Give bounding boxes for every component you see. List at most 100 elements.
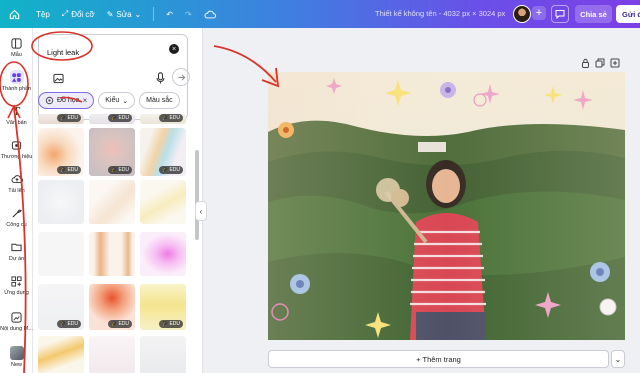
graduation-cap-icon: 🎓 <box>111 115 118 121</box>
result-tile[interactable]: 🎓 EDU <box>38 284 84 330</box>
result-tile[interactable] <box>38 180 84 224</box>
search-input[interactable]: Light leak <box>47 48 79 57</box>
copy-icon <box>595 58 605 68</box>
filter-chips: Đồ họa × Kiểu ⌄ Màu sắc <box>38 92 180 110</box>
result-tile[interactable] <box>89 336 135 373</box>
edu-badge: 🎓 EDU <box>57 114 81 122</box>
home-icon[interactable] <box>6 6 22 22</box>
rail-item-magic-media[interactable]: Nội dung M... <box>0 310 33 332</box>
send-button[interactable]: Gửi đ <box>616 5 640 23</box>
undo-button[interactable]: ↶ <box>160 4 179 24</box>
image-icon <box>52 73 64 83</box>
result-tile[interactable] <box>38 336 84 373</box>
left-rail: Mẫu Thành phần T Văn bản Thương hiệu Tải… <box>0 28 33 373</box>
edu-badge-label: EDU <box>169 321 180 327</box>
edu-badge: 🎓 EDU <box>57 166 81 174</box>
edu-badge: 🎓 EDU <box>108 114 132 122</box>
clear-search-button[interactable]: × <box>169 44 179 54</box>
rail-item-elements[interactable]: Thành phần <box>0 70 33 92</box>
remove-filter-icon[interactable]: × <box>83 96 88 105</box>
edu-badge: 🎓 EDU <box>159 320 183 328</box>
folder-icon <box>10 240 24 254</box>
result-tile[interactable]: 🎓 EDU <box>89 284 135 330</box>
result-tile[interactable]: 🎓 EDU <box>89 114 135 124</box>
result-tile[interactable] <box>38 232 84 276</box>
rail-item-brand[interactable]: Thương hiệu <box>0 138 33 160</box>
lock-page-button[interactable] <box>580 58 590 68</box>
comment-button[interactable] <box>551 5 569 23</box>
panel-scrollbar[interactable] <box>195 150 199 240</box>
design-canvas-page[interactable] <box>268 72 625 340</box>
rail-item-tools[interactable]: Công cụ <box>0 206 33 228</box>
share-button[interactable]: Chia sẻ <box>575 5 612 23</box>
filter-chip-label: Kiểu <box>105 97 120 104</box>
rail-item-label: Mẫu <box>11 52 22 58</box>
add-page-icon-button[interactable] <box>610 58 620 68</box>
top-toolbar: Tệp ⤢ Đổi cỡ ✎ Sửa ⌄ ↶ ↷ Thiết kế không … <box>0 0 640 28</box>
edu-badge: 🎓 EDU <box>108 166 132 174</box>
edit-menu[interactable]: ✎ Sửa ⌄ <box>101 4 148 24</box>
rail-item-projects[interactable]: Dự án <box>0 240 33 262</box>
cloud-save-button[interactable] <box>198 4 222 24</box>
graphics-icon <box>45 96 54 105</box>
chevron-down-icon: ⌄ <box>614 354 622 364</box>
collapse-panel-button[interactable]: ‹ <box>195 201 207 221</box>
lock-icon <box>581 58 589 68</box>
rail-item-apps[interactable]: Ứng dụng <box>0 274 33 296</box>
graduation-cap-icon: 🎓 <box>111 321 118 327</box>
result-tile[interactable]: 🎓 EDU <box>140 114 186 124</box>
filter-chip-color[interactable]: Màu sắc <box>139 92 180 109</box>
duplicate-page-button[interactable] <box>595 58 605 68</box>
rail-item-label: Văn bản <box>6 120 27 126</box>
document-title[interactable]: Thiết kế không tên - 4032 px × 3024 px <box>375 9 505 18</box>
edu-badge: 🎓 EDU <box>108 320 132 328</box>
magic-media-icon <box>10 310 24 324</box>
result-tile[interactable]: 🎓 EDU <box>89 128 135 176</box>
file-menu[interactable]: Tệp <box>30 4 56 24</box>
rail-item-new[interactable]: New <box>0 346 33 368</box>
result-tile[interactable]: 🎓 EDU <box>38 128 84 176</box>
chevron-down-icon: ⌄ <box>122 97 129 105</box>
image-search-button[interactable] <box>51 71 65 85</box>
filter-chip-style[interactable]: Kiểu ⌄ <box>98 92 136 109</box>
comment-icon <box>555 10 565 19</box>
search-submit-button[interactable] <box>172 68 190 86</box>
rail-item-text[interactable]: T Văn bản <box>0 104 33 127</box>
edu-badge-label: EDU <box>169 115 180 121</box>
plus-icon: + <box>535 7 543 19</box>
result-tile[interactable]: 🎓 EDU <box>38 114 84 124</box>
close-icon: × <box>171 45 177 53</box>
resize-menu[interactable]: ⤢ Đổi cỡ <box>56 4 101 24</box>
arrow-right-icon <box>177 73 185 81</box>
voice-search-button[interactable] <box>153 71 167 85</box>
rail-item-templates[interactable]: Mẫu <box>0 36 33 58</box>
elements-icon <box>9 70 24 84</box>
result-tile[interactable] <box>140 232 186 276</box>
graduation-cap-icon: 🎓 <box>60 167 67 173</box>
result-tile[interactable] <box>89 232 135 276</box>
rail-item-label: Dự án <box>8 256 25 262</box>
brand-icon <box>10 138 24 152</box>
graduation-cap-icon: 🎓 <box>162 321 169 327</box>
edu-badge-label: EDU <box>67 321 78 327</box>
rail-item-label: Thành phần <box>1 86 32 92</box>
invite-button[interactable]: + <box>532 6 546 20</box>
result-tile[interactable] <box>89 180 135 224</box>
result-tile[interactable]: 🎓 EDU <box>140 128 186 176</box>
redo-button[interactable]: ↷ <box>179 4 198 24</box>
graduation-cap-icon: 🎓 <box>111 167 118 173</box>
add-page-button[interactable]: + Thêm trang <box>268 350 609 368</box>
rail-item-label: Tải lên <box>8 188 25 194</box>
result-tile[interactable]: 🎓 EDU <box>140 284 186 330</box>
rail-item-label: Công cụ <box>6 222 27 228</box>
result-tile[interactable] <box>140 180 186 224</box>
file-menu-label: Tệp <box>36 9 50 19</box>
rail-item-label: Nội dung M... <box>0 326 33 332</box>
rail-item-uploads[interactable]: Tải lên <box>0 172 33 194</box>
add-page-options-button[interactable]: ⌄ <box>611 350 625 368</box>
filter-chip-label: Đồ họa <box>57 97 80 104</box>
pencil-icon: ✎ <box>106 9 114 19</box>
result-tile[interactable] <box>140 336 186 373</box>
filter-chip-graphics[interactable]: Đồ họa × <box>38 92 95 109</box>
avatar[interactable] <box>513 5 531 23</box>
